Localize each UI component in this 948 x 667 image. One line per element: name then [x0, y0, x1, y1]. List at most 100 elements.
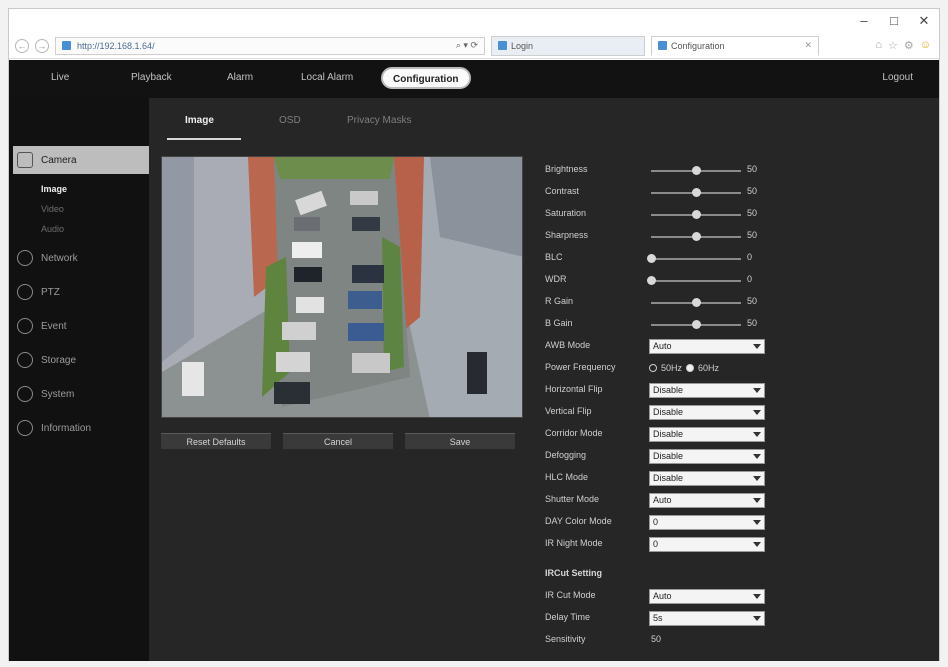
vertical-flip-select[interactable]: Disable	[649, 405, 765, 420]
nav-alarm[interactable]: Alarm	[227, 72, 253, 83]
reset-defaults-button[interactable]: Reset Defaults	[161, 433, 271, 449]
radio-60hz[interactable]	[686, 364, 695, 372]
ptz-icon	[17, 284, 33, 300]
slider-handle[interactable]	[692, 166, 701, 175]
tab-privacy-masks[interactable]: Privacy Masks	[347, 115, 411, 126]
hlc-mode-select[interactable]: Disable	[649, 471, 765, 486]
browser-toolbar-icons: ⌂ ☆ ⚙ ☺	[875, 39, 931, 52]
slider-track[interactable]	[651, 166, 741, 175]
content-panel: Image OSD Privacy Masks Reset Defaults C…	[149, 98, 939, 661]
sidebar-item-network[interactable]: Network	[13, 244, 149, 272]
ir-night-mode-select[interactable]: 0	[649, 537, 765, 552]
settings-gear-icon[interactable]: ⚙	[904, 39, 914, 52]
storage-icon	[17, 352, 33, 368]
awb-mode-row: AWB Mode Auto	[545, 338, 925, 356]
slider-handle[interactable]	[692, 188, 701, 197]
video-frame-image	[162, 157, 522, 417]
slider-value: 50	[747, 186, 758, 196]
slider-label: Sharpness	[545, 230, 589, 240]
minimize-icon[interactable]: –	[857, 13, 871, 29]
sidebar: Camera Image Video Audio Network PTZ Eve…	[9, 98, 161, 661]
slider-track[interactable]	[647, 276, 741, 285]
sidebar-item-ptz[interactable]: PTZ	[13, 278, 149, 306]
cancel-button[interactable]: Cancel	[283, 433, 393, 449]
slider-handle[interactable]	[647, 276, 656, 285]
sidebar-item-storage[interactable]: Storage	[13, 346, 149, 374]
hlc-mode-label: HLC Mode	[545, 472, 589, 482]
sidebar-item-system[interactable]: System	[13, 380, 149, 408]
slider-track[interactable]	[647, 254, 741, 263]
favorites-icon[interactable]: ☆	[888, 39, 898, 52]
maximize-icon[interactable]: □	[887, 13, 901, 29]
sidebar-sub-image[interactable]: Image	[41, 184, 67, 194]
slider-handle[interactable]	[692, 320, 701, 329]
sidebar-sub-video[interactable]: Video	[41, 204, 64, 214]
corridor-mode-select[interactable]: Disable	[649, 427, 765, 442]
slider-label: Brightness	[545, 164, 588, 174]
slider-label: WDR	[545, 274, 567, 284]
browser-tab-configuration[interactable]: Configuration ✕	[651, 35, 819, 56]
slider-track[interactable]	[651, 232, 741, 241]
chevron-down-icon	[753, 410, 761, 415]
system-icon	[17, 386, 33, 402]
slider-track[interactable]	[651, 298, 741, 307]
sidebar-item-event[interactable]: Event	[13, 312, 149, 340]
select-value: Disable	[653, 385, 684, 395]
sidebar-sub-audio[interactable]: Audio	[41, 224, 64, 234]
tab-image[interactable]: Image	[185, 115, 214, 126]
nav-live[interactable]: Live	[51, 72, 69, 83]
sensitivity-row: Sensitivity 50	[545, 632, 925, 650]
radio-50hz[interactable]	[649, 364, 657, 372]
slider-handle[interactable]	[692, 232, 701, 241]
slider-row: Brightness 50	[545, 162, 925, 180]
address-tools[interactable]: ⌕ ▾ ⟳	[456, 40, 478, 51]
browser-tab-login[interactable]: Login	[491, 35, 645, 56]
ircut-mode-select[interactable]: Auto	[649, 589, 765, 604]
slider-label: R Gain	[545, 296, 574, 306]
sidebar-item-information[interactable]: Information	[13, 414, 149, 442]
nav-configuration[interactable]: Configuration	[381, 67, 471, 89]
awb-mode-select[interactable]: Auto	[649, 339, 765, 354]
forward-icon[interactable]: →	[35, 38, 49, 53]
chevron-down-icon	[753, 476, 761, 481]
slider-handle[interactable]	[647, 254, 656, 263]
slider-track[interactable]	[651, 188, 741, 197]
shutter-mode-select[interactable]: Auto	[649, 493, 765, 508]
delay-time-label: Delay Time	[545, 612, 591, 622]
horizontal-flip-select[interactable]: Disable	[649, 383, 765, 398]
delay-time-select[interactable]: 5s	[649, 611, 765, 626]
day-color-mode-select[interactable]: 0	[649, 515, 765, 530]
ir-night-mode-label: IR Night Mode	[545, 538, 603, 548]
slider-handle[interactable]	[692, 298, 701, 307]
back-icon[interactable]: ←	[15, 38, 29, 53]
sidebar-item-label: Network	[41, 252, 78, 264]
save-button[interactable]: Save	[405, 433, 515, 449]
slider-track[interactable]	[651, 210, 741, 219]
tab-title: Login	[511, 40, 534, 51]
tab-close-icon[interactable]: ✕	[804, 40, 812, 51]
defogging-select[interactable]: Disable	[649, 449, 765, 464]
address-bar[interactable]: http://192.168.1.64/ ⌕ ▾ ⟳	[55, 36, 485, 55]
slider-track[interactable]	[651, 320, 741, 329]
ircut-section-title: IRCut Setting	[545, 568, 602, 578]
close-icon[interactable]: ✕	[917, 13, 931, 29]
feedback-smiley-icon[interactable]: ☺	[920, 39, 931, 52]
power-frequency-label: Power Frequency	[545, 362, 616, 372]
nav-local-alarm[interactable]: Local Alarm	[301, 72, 353, 83]
sidebar-item-label: PTZ	[41, 286, 60, 298]
nav-playback[interactable]: Playback	[131, 72, 172, 83]
tab-favicon-icon	[498, 41, 507, 50]
home-icon[interactable]: ⌂	[875, 39, 882, 52]
radio-60hz-label: 60Hz	[698, 363, 720, 373]
tab-osd[interactable]: OSD	[279, 115, 301, 126]
sensitivity-value[interactable]: 50	[651, 634, 661, 644]
chevron-down-icon	[753, 542, 761, 547]
live-video-preview[interactable]	[161, 156, 523, 418]
sidebar-item-camera[interactable]: Camera	[13, 146, 161, 174]
slider-handle[interactable]	[692, 210, 701, 219]
logout-link[interactable]: Logout	[882, 72, 913, 83]
defogging-row: Defogging Disable	[545, 448, 925, 466]
select-value: Disable	[653, 429, 684, 439]
page-favicon-icon	[62, 41, 71, 50]
chevron-down-icon	[753, 594, 761, 599]
